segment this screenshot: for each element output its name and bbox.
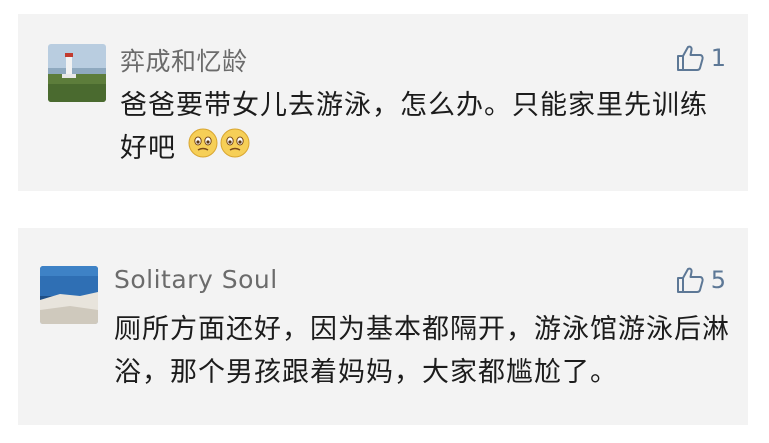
- comment-text: 爸爸要带女儿去游泳，怎么办。只能家里先训练好吧: [120, 84, 730, 171]
- lighthouse-photo-avatar: [48, 44, 106, 102]
- username[interactable]: 弈成和忆龄: [120, 42, 248, 78]
- comment-text-body: 厕所方面还好，因为基本都隔开，游泳馆游泳后淋浴，那个男孩跟着妈妈，大家都尴尬了。: [114, 314, 730, 388]
- sob-emoji-icon: [220, 128, 250, 171]
- username[interactable]: Solitary Soul: [114, 265, 278, 294]
- cliff-sea-photo-avatar: [40, 266, 98, 324]
- sob-emoji-icon: [188, 128, 218, 171]
- thumbs-up-icon: [676, 267, 704, 293]
- like-button[interactable]: 5: [675, 266, 726, 294]
- comment-card: Solitary Soul 5 厕所方面还好，因为基本都隔开，游泳馆游泳后淋浴，…: [18, 228, 748, 425]
- comment-card: 弈成和忆龄 1 爸爸要带女儿去游泳，怎么办。只能家里先训练好吧: [18, 14, 748, 191]
- user-avatar[interactable]: [40, 266, 98, 324]
- thumbs-up-icon: [676, 45, 704, 71]
- like-button[interactable]: 1: [675, 44, 726, 72]
- like-count: 5: [710, 266, 726, 294]
- comment-text: 厕所方面还好，因为基本都隔开，游泳馆游泳后淋浴，那个男孩跟着妈妈，大家都尴尬了。: [114, 308, 734, 394]
- like-count: 1: [710, 44, 726, 72]
- user-avatar[interactable]: [48, 44, 106, 102]
